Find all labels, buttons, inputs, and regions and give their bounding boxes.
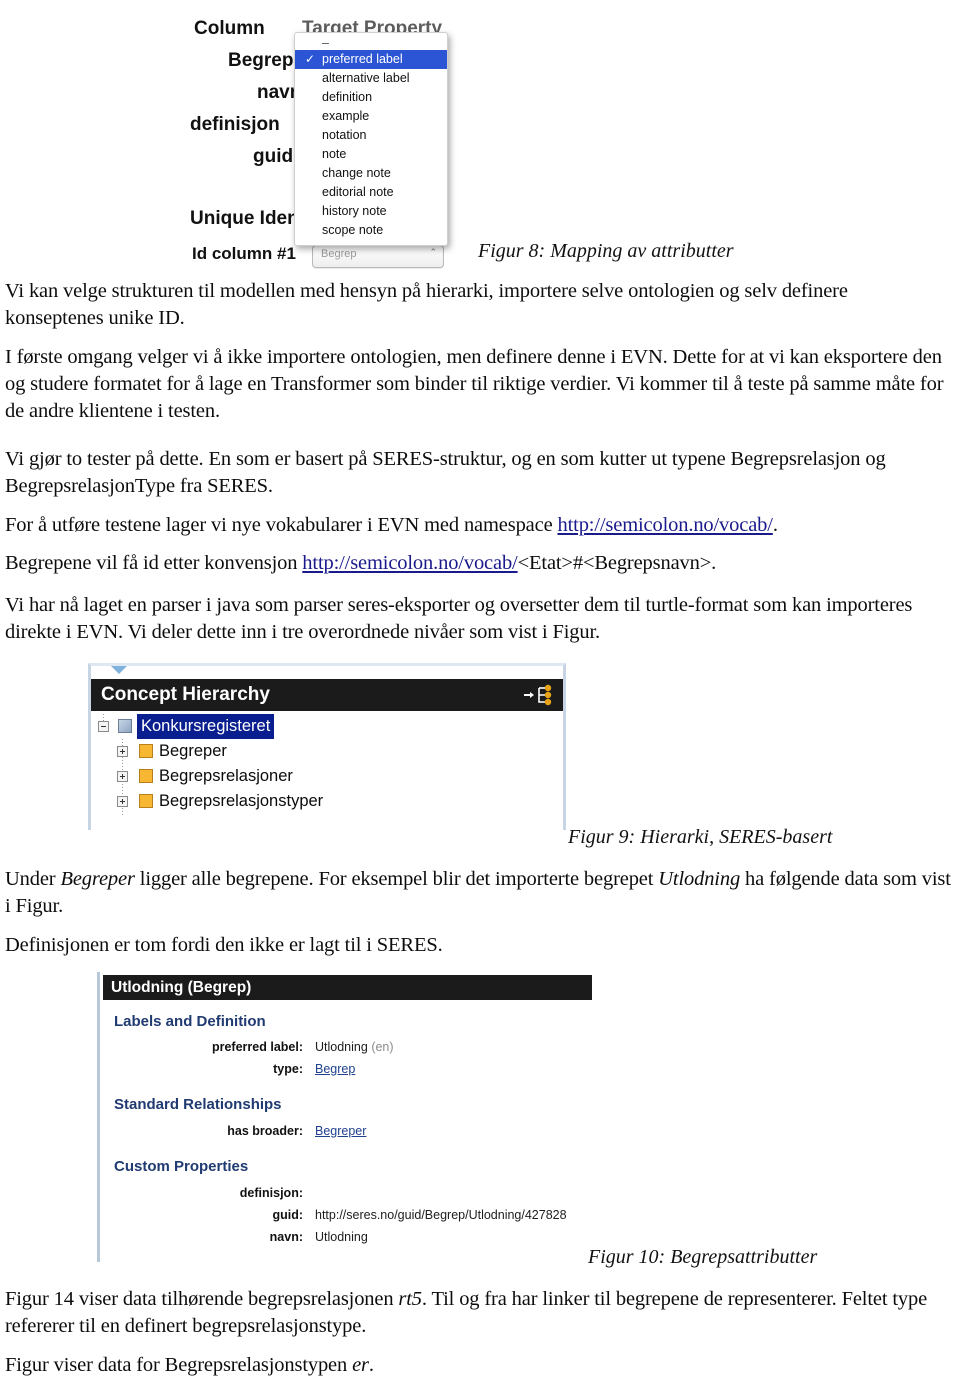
paragraph-10-emphasis-er: er <box>352 1354 369 1376</box>
figure8-row-label-guid: guid <box>253 146 294 167</box>
paragraph-7-emphasis-utlodning: Utlodning <box>658 868 741 890</box>
field-value: Utlodning <box>315 1230 368 1244</box>
figure-8-mapping-dialog: Column Target Property Begrep navn defin… <box>190 0 480 270</box>
dropdown-item-example[interactable]: example <box>295 107 447 126</box>
field-value-link-begreper[interactable]: Begreper <box>315 1124 366 1138</box>
folder-icon <box>139 769 153 783</box>
paragraph-7-emphasis-begreper: Begreper <box>60 868 135 890</box>
paragraph-4: For å utføre testene lager vi nye vokabu… <box>5 514 778 536</box>
figure8-clipped-title <box>198 0 203 14</box>
hierarchy-link-icon[interactable] <box>523 684 553 706</box>
field-key: definisjon: <box>239 1186 303 1200</box>
expand-toggle-icon[interactable] <box>117 771 128 782</box>
tree-node-begrepsrelasjoner[interactable]: Begrepsrelasjoner <box>91 764 563 789</box>
dropdown-item-preferred-label[interactable]: ✓ preferred label <box>295 50 447 69</box>
field-row-navn: navn: Utlodning <box>100 1230 589 1249</box>
paragraph-5-prefix: Begrepene vil få id etter konvensjon <box>5 552 303 574</box>
panel-collapse-triangle-icon[interactable] <box>111 666 127 674</box>
field-value-guid: http://seres.no/guid/Begrep/Utlodning/42… <box>315 1208 567 1222</box>
figure8-id-column-select[interactable]: Begrep ⌃ <box>312 245 444 268</box>
field-row-preferred-label: preferred label: Utlodning (en) <box>100 1040 589 1059</box>
folder-icon <box>139 744 153 758</box>
field-value: Utlodning (en) <box>315 1040 394 1054</box>
tree-node-label: Begreper <box>159 742 227 760</box>
dropdown-item-history-note[interactable]: history note <box>295 202 447 221</box>
paragraph-1: Vi kan velge strukturen til modellen med… <box>5 280 848 329</box>
paragraph-9-a: Figur 14 viser data tilhørende begrepsre… <box>5 1288 399 1310</box>
check-icon: ✓ <box>305 52 316 66</box>
figure-8-caption: Figur 8: Mapping av attributter <box>478 240 734 262</box>
figure8-column-header: Column <box>194 18 265 39</box>
dropdown-item-label: preferred label <box>322 52 403 66</box>
expand-toggle-icon[interactable] <box>117 746 128 757</box>
concept-hierarchy-tree[interactable]: Konkursregisteret Begreper Begrepsrelasj… <box>91 714 563 817</box>
dropdown-item-alternative-label[interactable]: alternative label <box>295 69 447 88</box>
paragraph-10-a: Figur viser data for Begrepsrelasjonstyp… <box>5 1354 353 1376</box>
dropdown-item-notation[interactable]: notation <box>295 126 447 145</box>
folder-icon <box>139 794 153 808</box>
figure-9-caption: Figur 9: Hierarki, SERES-basert <box>568 826 833 848</box>
field-key: has broader: <box>227 1124 303 1138</box>
figure8-target-property-dropdown-menu[interactable]: – ✓ preferred label alternative label de… <box>294 32 448 246</box>
paragraph-8: Definisjonen er tom fordi den ikke er la… <box>5 934 443 956</box>
dropdown-item-dash[interactable]: – <box>295 36 447 50</box>
tree-node-begreper[interactable]: Begreper <box>91 739 563 764</box>
field-value-language: (en) <box>371 1040 394 1054</box>
field-value-text: Utlodning <box>315 1040 368 1054</box>
namespace-link-2[interactable]: http://semicolon.no/vocab/ <box>302 552 517 574</box>
dropdown-item-change-note[interactable]: change note <box>295 164 447 183</box>
field-value-link-begrep[interactable]: Begrep <box>315 1062 355 1076</box>
tree-node-label: Begrepsrelasjoner <box>159 767 293 785</box>
paragraph-5-suffix: <Etat>#<Begrepsnavn>. <box>517 552 717 574</box>
dropdown-item-note[interactable]: note <box>295 145 447 164</box>
figure-10-begrepsattributter: Utlodning (Begrep) Labels and Definition… <box>97 972 592 1262</box>
figure8-id-column-label: Id column #1 <box>192 244 296 263</box>
tree-node-label: Begrepsrelasjonstyper <box>159 792 324 810</box>
field-key: preferred label: <box>211 1040 303 1054</box>
section-standard-relationships: Standard Relationships <box>114 1096 282 1113</box>
paragraph-9: Figur 14 viser data tilhørende begrepsre… <box>5 1286 951 1340</box>
cube-icon <box>118 719 132 733</box>
section-custom-properties: Custom Properties <box>114 1158 249 1175</box>
dropdown-item-editorial-note[interactable]: editorial note <box>295 183 447 202</box>
tree-node-konkursregisteret[interactable]: Konkursregisteret <box>91 714 563 739</box>
chevron-up-down-icon: ⌃ <box>429 247 437 257</box>
figure-10-caption: Figur 10: Begrepsattributter <box>588 1246 818 1268</box>
paragraph-5: Begrepene vil få id etter konvensjon htt… <box>5 550 955 577</box>
paragraph-10-b: . <box>368 1354 374 1376</box>
namespace-link-1[interactable]: http://semicolon.no/vocab/ <box>558 514 773 536</box>
figure8-row-label-begrep: Begrep <box>228 50 294 71</box>
collapse-toggle-icon[interactable] <box>98 721 109 732</box>
field-row-guid: guid: http://seres.no/guid/Begrep/Utlodn… <box>100 1208 589 1227</box>
field-key: type: <box>273 1062 303 1076</box>
paragraph-7: Under Begreper ligger alle begrepene. Fo… <box>5 866 951 920</box>
field-row-type: type: Begrep <box>100 1062 589 1081</box>
utlodning-panel-header: Utlodning (Begrep) <box>103 975 592 1000</box>
dropdown-item-definition[interactable]: definition <box>295 88 447 107</box>
document-page: Column Target Property Begrep navn defin… <box>0 0 960 1382</box>
paragraph-3: Vi gjør to tester på dette. En som er ba… <box>5 448 886 497</box>
concept-hierarchy-header: Concept Hierarchy <box>91 679 563 711</box>
paragraph-10: Figur viser data for Begrepsrelasjonstyp… <box>5 1352 951 1379</box>
paragraph-7-b: ligger alle begrepene. For eksempel blir… <box>134 868 659 890</box>
field-row-definisjon: definisjon: <box>100 1186 589 1205</box>
expand-toggle-icon[interactable] <box>117 796 128 807</box>
figure8-id-column-value: Begrep <box>321 248 357 260</box>
paragraph-9-emphasis-rt5: rt5 <box>398 1288 422 1310</box>
paragraph-6: Vi har nå laget en parser i java som par… <box>5 594 913 643</box>
dropdown-item-scope-note[interactable]: scope note <box>295 221 447 240</box>
paragraph-7-a: Under <box>5 868 61 890</box>
concept-hierarchy-title: Concept Hierarchy <box>101 684 270 705</box>
field-key: guid: <box>272 1208 303 1222</box>
tree-node-label: Konkursregisteret <box>137 714 275 739</box>
field-key: navn: <box>269 1230 303 1244</box>
paragraph-2: I første omgang velger vi å ikke importe… <box>5 346 944 422</box>
paragraph-4-prefix: For å utføre testene lager vi nye vokabu… <box>5 514 558 536</box>
figure8-row-label-definisjon: definisjon <box>190 114 280 135</box>
section-labels-and-definition: Labels and Definition <box>114 1013 266 1030</box>
figure-9-concept-hierarchy: Concept Hierarchy Konkursregisteret Begr… <box>88 663 566 830</box>
tree-node-begrepsrelasjonstyper[interactable]: Begrepsrelasjonstyper <box>91 789 563 814</box>
field-row-has-broader: has broader: Begreper <box>100 1124 589 1143</box>
